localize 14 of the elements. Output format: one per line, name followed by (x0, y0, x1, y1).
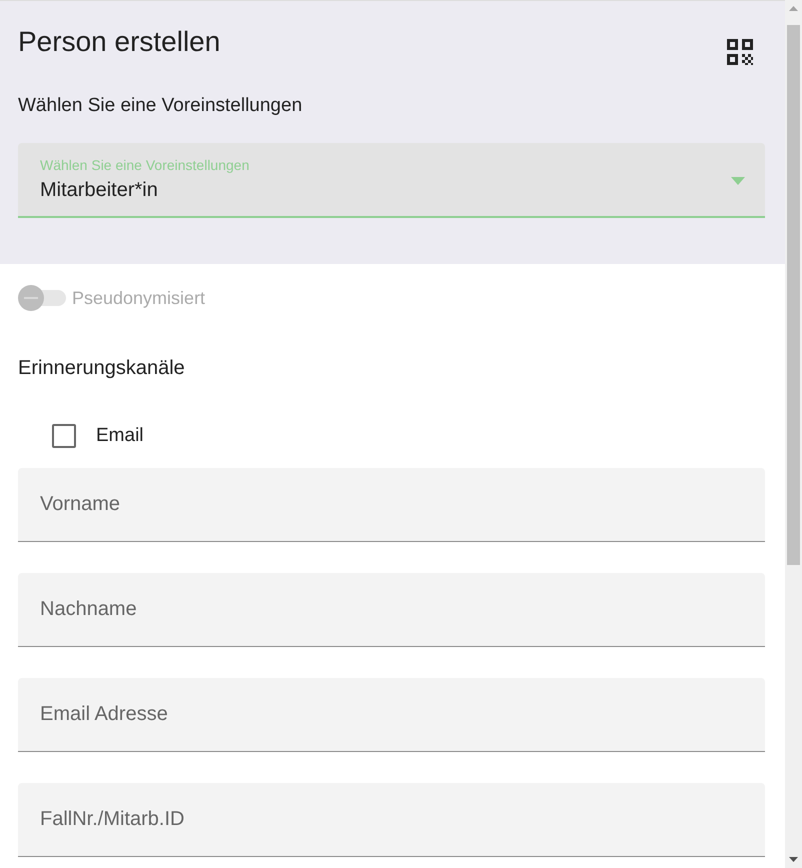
preset-select[interactable]: Wählen Sie eine Voreinstellungen Mitarbeiter*in (18, 143, 765, 218)
text-field[interactable]: FallNr./Mitarb.ID (18, 783, 765, 857)
text-field[interactable]: Vorname (18, 468, 765, 542)
section-heading: Erinnerungskanäle (18, 356, 186, 380)
text-field[interactable]: Nachname (18, 573, 765, 647)
qr-code-icon[interactable] (727, 39, 753, 65)
checkbox[interactable] (52, 424, 76, 448)
checkbox-label: Email (96, 425, 144, 447)
dropdown-caret-icon (731, 177, 745, 185)
text-field[interactable]: Email Adresse (18, 678, 765, 752)
scrollbar-thumb[interactable] (787, 25, 800, 565)
dialog-title: Person erstellen (18, 25, 220, 59)
preset-prompt: Wählen Sie eine Voreinstellungen (18, 95, 304, 117)
toggle-label: Pseudonymisiert (72, 288, 206, 308)
